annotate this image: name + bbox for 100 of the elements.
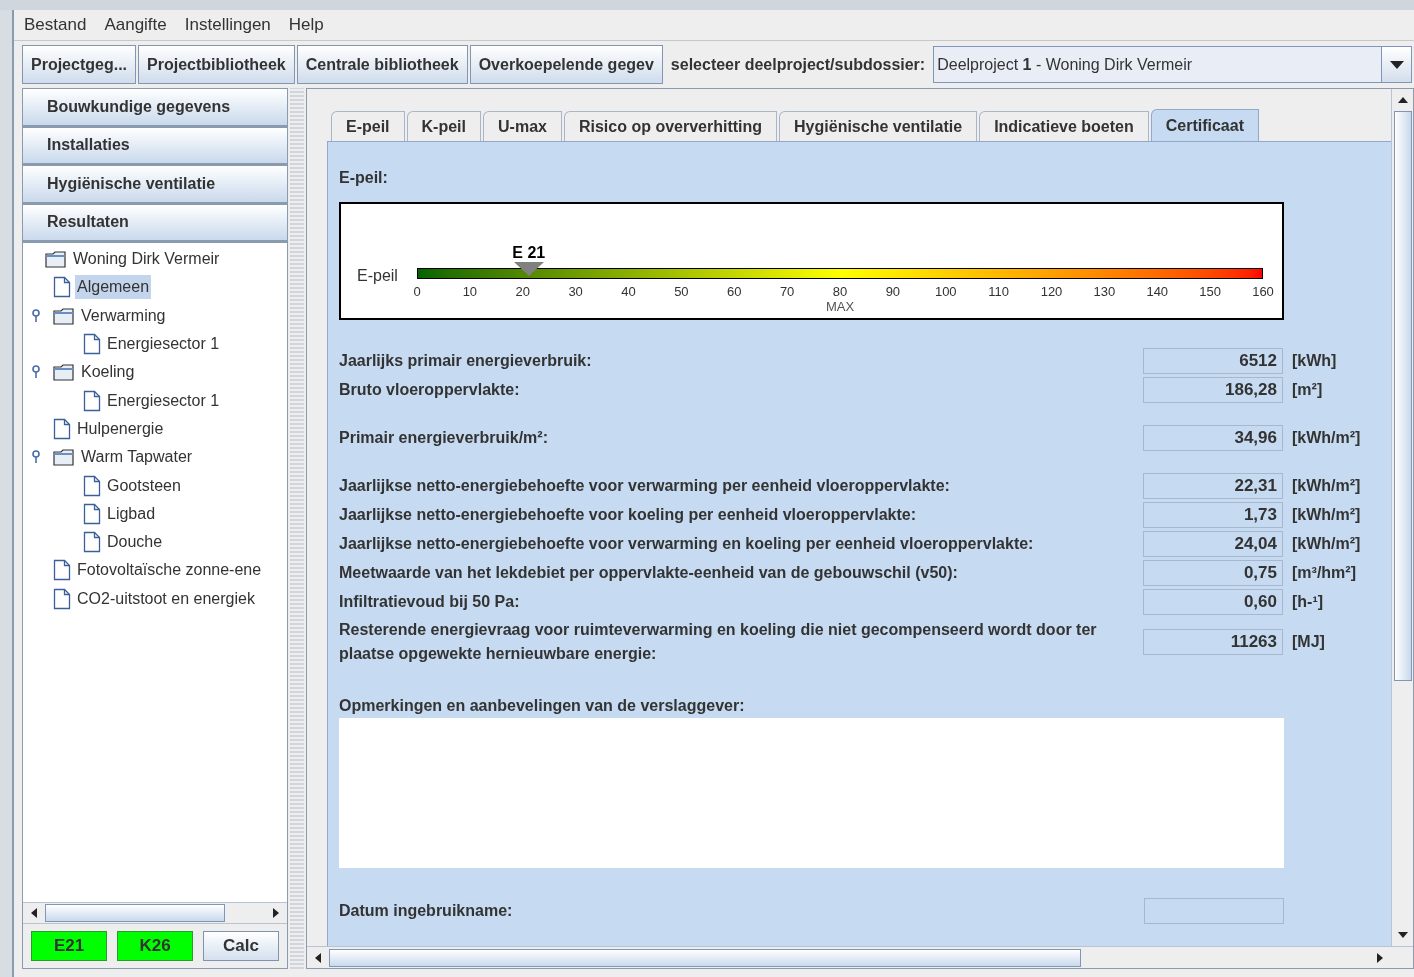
tick-label: 130 bbox=[1093, 284, 1116, 299]
section-button[interactable]: Resultaten bbox=[23, 204, 287, 243]
document-icon bbox=[83, 531, 101, 554]
calc-button[interactable]: E21 bbox=[31, 931, 107, 961]
toolbar-button[interactable]: Projectbibliotheek bbox=[138, 45, 295, 84]
unit-label: [m³/hm²] bbox=[1292, 563, 1356, 583]
tab[interactable]: K-peil bbox=[406, 111, 481, 141]
folder-icon bbox=[53, 363, 75, 382]
tick-label: 150 bbox=[1199, 284, 1221, 299]
tree-item[interactable]: Woning Dirk Vermeir bbox=[71, 247, 222, 272]
tick-label: 90 bbox=[885, 284, 901, 299]
splitter-handle[interactable] bbox=[290, 88, 304, 969]
tree-item[interactable]: Energiesector 1 bbox=[105, 388, 222, 413]
field-label: Infiltratievoud bij 50 Pa: bbox=[339, 592, 521, 612]
value-field: 0,60 bbox=[1143, 589, 1283, 615]
tick-label: 50 bbox=[674, 284, 689, 299]
toolbar-button[interactable]: Overkoepelende gegev bbox=[469, 45, 663, 84]
section-button[interactable]: Hygiënische ventilatie bbox=[23, 166, 287, 205]
tree-item[interactable]: CO2-uitstoot en energiek bbox=[75, 586, 257, 611]
remarks-field[interactable] bbox=[339, 718, 1284, 868]
tree-item[interactable]: Warm Tapwater bbox=[79, 445, 195, 470]
tree-item[interactable]: Hulpenergie bbox=[75, 416, 166, 441]
date-field[interactable] bbox=[1144, 898, 1284, 924]
toolbar-button[interactable]: Centrale bibliotheek bbox=[296, 45, 468, 84]
value-field: 186,28 bbox=[1143, 377, 1283, 403]
section-button[interactable]: Installaties bbox=[23, 127, 287, 166]
field-label: Jaarlijkse netto-energiebehoefte voor verwarming per eenheid vloeroppervlakte: bbox=[339, 476, 951, 496]
tick-label: 80 bbox=[832, 284, 848, 299]
scroll-up-icon[interactable] bbox=[1397, 96, 1408, 104]
calc-button[interactable]: K26 bbox=[117, 931, 193, 961]
project-dropdown[interactable]: Deelproject 1 - Woning Dirk Vermeir bbox=[933, 46, 1412, 83]
unit-label: [kWh] bbox=[1292, 351, 1337, 371]
horizontal-scrollbar[interactable] bbox=[307, 946, 1413, 968]
tick-label: 20 bbox=[515, 284, 530, 299]
value-field: 0,75 bbox=[1143, 560, 1283, 586]
expand-handle-icon[interactable] bbox=[31, 308, 41, 323]
field-label: Resterende energievraag voor ruimteverwarming en koeling die niet gecompenseerd wordt door ter plaatse opgewekte hernieuwbare energie: bbox=[339, 620, 1098, 664]
tree-item[interactable]: Koeling bbox=[79, 360, 137, 385]
horizontal-scrollbar[interactable] bbox=[23, 902, 287, 924]
unit-label: [MJ] bbox=[1292, 632, 1325, 652]
tree-item[interactable]: Gootsteen bbox=[105, 473, 183, 498]
menu-item[interactable]: Bestand bbox=[24, 12, 87, 38]
tab[interactable]: Hygiënische ventilatie bbox=[779, 111, 978, 141]
document-icon bbox=[83, 502, 101, 525]
menu-item[interactable]: Aangifte bbox=[104, 12, 167, 38]
field-label: Jaarlijks primair energieverbruik: bbox=[339, 351, 593, 371]
menu-item[interactable]: Instellingen bbox=[184, 12, 271, 38]
tab[interactable]: Certificaat bbox=[1150, 109, 1259, 141]
scroll-right-icon[interactable] bbox=[272, 908, 280, 918]
unit-label: [kWh/m²] bbox=[1292, 428, 1361, 448]
tree-item[interactable]: Douche bbox=[105, 530, 165, 555]
tick-label: 60 bbox=[727, 284, 742, 299]
calc-button[interactable]: Calc bbox=[203, 931, 279, 961]
tree-item[interactable]: Verwarming bbox=[79, 303, 168, 328]
scroll-left-icon[interactable] bbox=[314, 952, 322, 963]
toolbar-button[interactable]: Projectgeg... bbox=[22, 45, 137, 84]
tick-label: 0 bbox=[413, 284, 421, 299]
unit-label: [kWh/m²] bbox=[1292, 534, 1361, 554]
field-label: Jaarlijkse netto-energiebehoefte voor verwarming en koeling per eenheid vloeroppervlakte: bbox=[339, 534, 1035, 554]
tick-label: 120 bbox=[1040, 284, 1063, 299]
scroll-down-icon[interactable] bbox=[1397, 931, 1408, 939]
folder-icon bbox=[45, 250, 67, 269]
value-field: 1,73 bbox=[1143, 502, 1283, 528]
tick-label: 110 bbox=[988, 284, 1009, 299]
value-field: 22,31 bbox=[1143, 473, 1283, 499]
scroll-left-icon[interactable] bbox=[30, 908, 38, 918]
section-title: Opmerkingen en aanbevelingen van de verslaggever: bbox=[339, 696, 746, 716]
unit-label: [kWh/m²] bbox=[1292, 505, 1361, 525]
field-label: Datum ingebruikname: bbox=[339, 901, 514, 921]
document-icon bbox=[53, 559, 71, 582]
document-icon bbox=[53, 276, 71, 299]
value-field: 34,96 bbox=[1143, 425, 1283, 451]
marker-label: E 21 bbox=[512, 244, 546, 262]
scroll-right-icon[interactable] bbox=[1376, 952, 1384, 963]
tab[interactable]: Indicatieve boeten bbox=[979, 111, 1149, 141]
unit-label: [h-¹] bbox=[1292, 592, 1324, 612]
field-label: Meetwaarde van het lekdebiet per oppervlakte-eenheid van de gebouwschil (v50): bbox=[339, 563, 959, 583]
tick-label: 140 bbox=[1146, 284, 1169, 299]
max-label: MAX bbox=[825, 299, 855, 314]
field-label: Bruto vloeroppervlakte: bbox=[339, 380, 521, 400]
tree-item[interactable]: Algemeen bbox=[75, 275, 152, 300]
unit-label: [kWh/m²] bbox=[1292, 476, 1361, 496]
tab[interactable]: E-peil bbox=[331, 111, 405, 141]
vertical-scrollbar[interactable] bbox=[1391, 89, 1413, 946]
document-icon bbox=[83, 333, 101, 356]
caret-icon bbox=[1389, 60, 1404, 69]
tree-item[interactable]: Energiesector 1 bbox=[105, 332, 222, 357]
section-button[interactable]: Bouwkundige gegevens bbox=[23, 89, 287, 128]
select-label: selecteer deelproject/subdossier: bbox=[670, 54, 926, 75]
expand-handle-icon[interactable] bbox=[31, 365, 41, 380]
unit-label: [m²] bbox=[1292, 380, 1323, 400]
menu-item[interactable]: Help bbox=[288, 12, 324, 38]
tree-item[interactable]: Fotovoltaïsche zonne-ene bbox=[75, 558, 264, 583]
tree-item[interactable]: Ligbad bbox=[105, 501, 158, 526]
scale-label: E-peil bbox=[357, 266, 398, 286]
section-title: E-peil: bbox=[339, 168, 389, 188]
tab[interactable]: Risico op oververhitting bbox=[563, 111, 778, 141]
tab[interactable]: U-max bbox=[483, 111, 562, 141]
tick-label: 10 bbox=[462, 284, 478, 299]
expand-handle-icon[interactable] bbox=[31, 450, 41, 465]
